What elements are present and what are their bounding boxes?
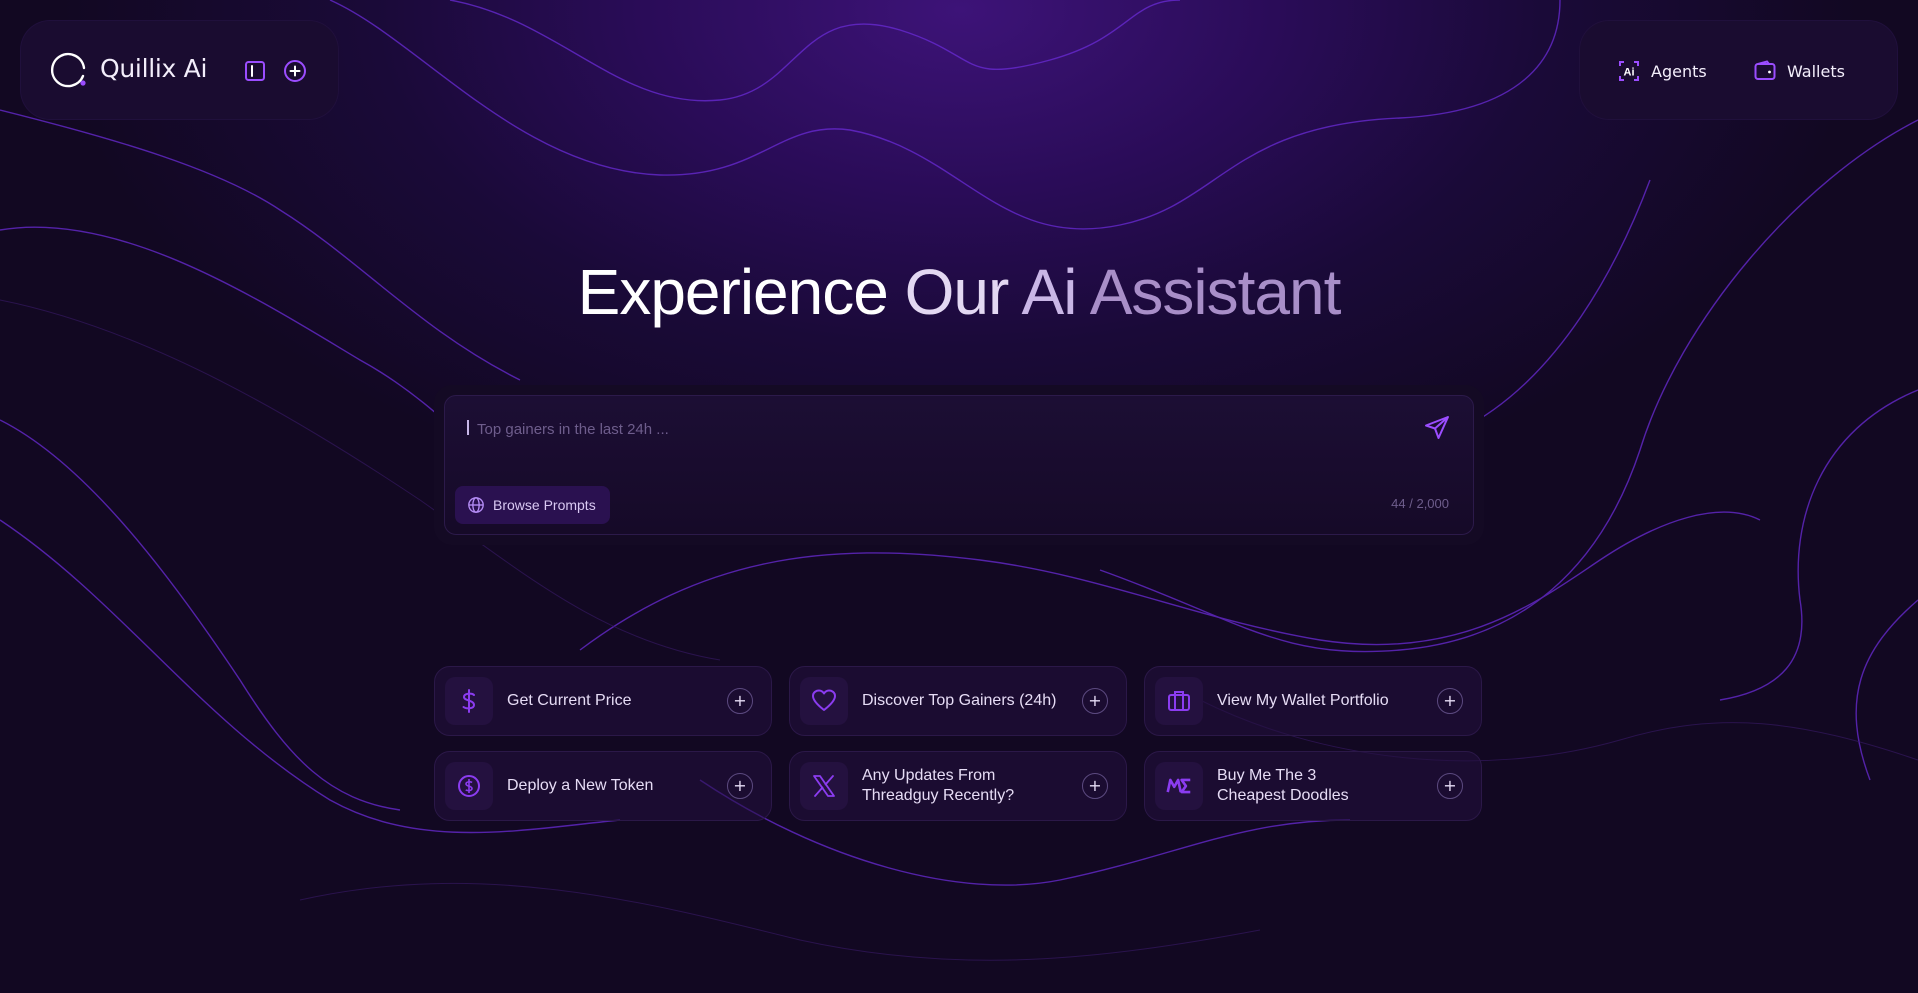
nav-agents-label: Agents (1651, 61, 1707, 81)
wallet-icon (1754, 60, 1776, 80)
coin-icon (458, 775, 480, 797)
chat-inner: Browse Prompts 44 / 2,000 (444, 395, 1474, 535)
hero-title: Experience Our Ai Assistant (0, 255, 1918, 329)
suggestion-icon-box (800, 762, 848, 810)
ai-agent-icon: Ai (1619, 61, 1639, 81)
plus-icon[interactable]: + (1082, 773, 1108, 799)
suggestion-card-get-price[interactable]: Get Current Price + (434, 666, 772, 736)
suggestion-label: Deploy a New Token (507, 777, 654, 794)
suggestion-icon-box (1155, 762, 1203, 810)
plus-icon[interactable]: + (1082, 688, 1108, 714)
x-logo-icon (813, 775, 835, 797)
browse-prompts-label: Browse Prompts (493, 497, 596, 513)
hero-word-1: Experience (577, 256, 889, 328)
suggestion-label: Get Current Price (507, 692, 632, 709)
browse-prompts-button[interactable]: Browse Prompts (455, 486, 610, 524)
nav-wallets[interactable]: Wallets (1753, 58, 1845, 84)
hero-word-4: Assistant (1089, 256, 1342, 328)
quillix-logo-icon (50, 52, 86, 88)
suggestion-label: View My Wallet Portfolio (1217, 692, 1389, 709)
globe-icon (468, 497, 484, 513)
suggestion-card-buy-doodles[interactable]: Buy Me The 3 Cheapest Doodles + (1144, 751, 1482, 821)
briefcase-icon (1168, 691, 1190, 711)
suggestion-label: Discover Top Gainers (24h) (862, 692, 1057, 709)
suggestion-card-threadguy-updates[interactable]: Any Updates From Threadguy Recently? + (789, 751, 1127, 821)
plus-icon[interactable]: + (727, 688, 753, 714)
plus-icon[interactable]: + (727, 773, 753, 799)
chat-box: Browse Prompts 44 / 2,000 (434, 385, 1484, 545)
send-icon[interactable] (1423, 414, 1451, 442)
prompt-input[interactable] (475, 414, 1379, 444)
heart-icon (812, 689, 836, 711)
suggestion-icon-box (445, 677, 493, 725)
suggestion-card-top-gainers[interactable]: Discover Top Gainers (24h) + (789, 666, 1127, 736)
nav-panel: Ai Agents Wallets (1579, 20, 1898, 120)
suggestion-card-wallet-portfolio[interactable]: View My Wallet Portfolio + (1144, 666, 1482, 736)
suggestion-icon-box (800, 677, 848, 725)
nav-agents[interactable]: Ai Agents (1617, 58, 1707, 84)
brand-name: Quillix Ai (100, 54, 208, 83)
dollar-icon (462, 689, 476, 713)
text-caret (467, 420, 469, 435)
suggestion-label: Any Updates From Threadguy Recently? (862, 767, 1015, 804)
hero-word-3: Ai (1021, 256, 1078, 328)
hero-word-2: Our (904, 256, 1010, 328)
sidebar-toggle-icon[interactable] (244, 60, 266, 82)
suggestion-card-deploy-token[interactable]: Deploy a New Token + (434, 751, 772, 821)
new-chat-icon[interactable] (283, 59, 307, 83)
plus-icon[interactable]: + (1437, 773, 1463, 799)
char-counter: 44 / 2,000 (1391, 496, 1449, 511)
magic-eden-icon (1166, 778, 1191, 794)
suggestion-label: Buy Me The 3 Cheapest Doodles (1217, 767, 1349, 804)
suggestion-icon-box (1155, 677, 1203, 725)
plus-icon[interactable]: + (1437, 688, 1463, 714)
suggestion-icon-box (445, 762, 493, 810)
nav-wallets-label: Wallets (1787, 61, 1845, 81)
brand-panel: Quillix Ai (20, 20, 339, 120)
svg-text:Ai: Ai (1624, 67, 1635, 79)
